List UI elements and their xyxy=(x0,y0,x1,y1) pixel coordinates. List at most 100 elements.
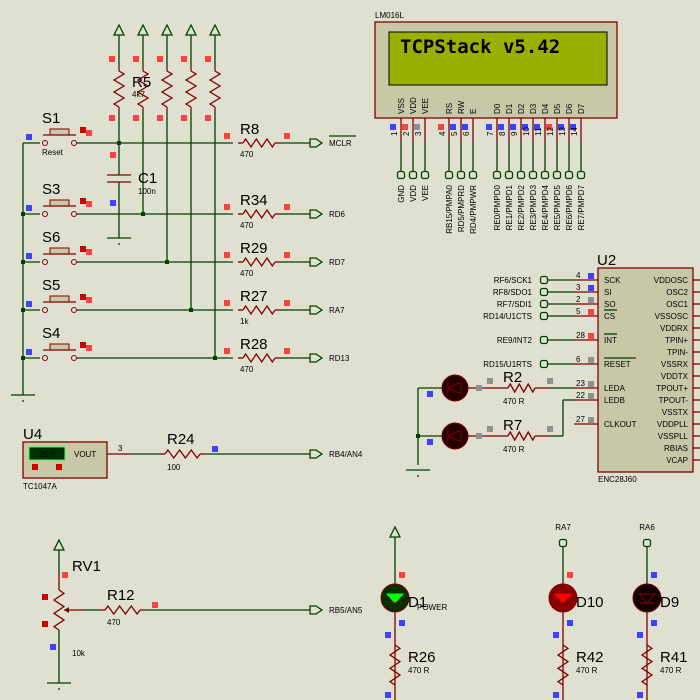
lcd-net-label: RB15/PMPA0 xyxy=(445,184,454,233)
pin-marker xyxy=(567,620,573,626)
switch-row-s6[interactable]: S6 R29 470 RD7 xyxy=(21,229,346,278)
lcd-pin-name: D7 xyxy=(577,103,586,114)
pin-marker xyxy=(224,204,230,210)
pushbutton-icon xyxy=(49,343,70,351)
pin-number: 6 xyxy=(576,355,581,364)
pin-marker xyxy=(26,301,32,307)
pin-marker xyxy=(86,249,92,255)
led-icon xyxy=(441,422,469,450)
pin-name: LEDA xyxy=(604,384,626,393)
pin-marker xyxy=(427,439,433,445)
pin-name: VSSRX xyxy=(661,360,689,369)
pin-marker xyxy=(284,252,290,258)
pin-marker xyxy=(462,124,468,130)
lcd-net-label: RE3/PMPD3 xyxy=(529,184,538,230)
pin-number: 3 xyxy=(118,444,123,453)
lcd-net-label: RE5/PMPD5 xyxy=(553,184,562,230)
link-leds: R2 470 R R7 470 R xyxy=(406,369,574,477)
switch-row-s3[interactable]: S3 R34 470 RD6 xyxy=(21,181,346,230)
lcd-pin-number: 12 xyxy=(546,127,555,136)
pin-marker xyxy=(588,381,594,387)
connector-icon xyxy=(444,170,454,180)
net-label: RA7 xyxy=(329,306,345,315)
chip-part-label: ENC28J60 xyxy=(598,475,637,484)
lcd-pin-number: 6 xyxy=(462,131,471,136)
pin-name: VSSPLL xyxy=(658,432,689,441)
terminal-icon xyxy=(309,449,324,459)
resistor-value: 470 xyxy=(240,269,254,278)
sensor-label: U4 xyxy=(23,426,42,443)
pin-marker xyxy=(86,297,92,303)
pin-marker xyxy=(637,632,643,638)
led-icon xyxy=(441,374,469,402)
lcd-pin-name: D0 xyxy=(493,103,502,114)
pin-marker xyxy=(56,464,62,470)
pin-marker xyxy=(110,152,116,158)
lcd-pin-name: D6 xyxy=(565,103,574,114)
net-label: RD7 xyxy=(329,258,346,267)
switch-caption: Reset xyxy=(42,148,64,157)
net-label: RB5/AN5 xyxy=(329,606,363,615)
net-label: RD6 xyxy=(329,210,346,219)
pin-marker xyxy=(26,205,32,211)
lcd-pin-name: D1 xyxy=(505,103,514,114)
switch-row-s1[interactable]: S1 Reset R8 470 MCLR xyxy=(23,110,356,159)
switch-row-s4[interactable]: S4 R28 470 RD13 xyxy=(21,325,350,374)
connector-icon xyxy=(552,170,562,180)
pin-number: 5 xyxy=(576,307,581,316)
sensor-reading: 25.0 xyxy=(39,450,55,459)
connector-icon xyxy=(516,170,526,180)
pin-name: VDDOSC xyxy=(654,276,688,285)
resistor-icon xyxy=(640,644,654,686)
capacitor-c1: C1100n xyxy=(107,143,157,245)
pin-marker xyxy=(450,124,456,130)
pin-name: VDDRX xyxy=(660,324,689,333)
pin-number: 22 xyxy=(576,391,585,400)
sensor-part-label: TC1047A xyxy=(23,482,57,491)
pin-marker xyxy=(651,620,657,626)
pin-marker xyxy=(385,632,391,638)
pin-marker xyxy=(80,127,86,133)
pin-number: 28 xyxy=(576,331,585,340)
pin-name: VSSTX xyxy=(662,408,689,417)
resistor-label: R8 xyxy=(240,121,259,138)
potentiometer-rv1[interactable]: RV1 10k R12 470 RB5/AN5 xyxy=(42,538,363,690)
net-label: RF8/SDO1 xyxy=(493,288,533,297)
pin-name: VDDPLL xyxy=(657,420,689,429)
lcd-pin-number: 3 xyxy=(414,131,423,136)
pin-name: OSC2 xyxy=(666,288,688,297)
switch-row-s5[interactable]: S5 R27 1k RA7 xyxy=(21,277,345,326)
lcd-net-label: RE7/PMPD7 xyxy=(577,184,586,230)
switch-label: S3 xyxy=(42,181,60,198)
net-label: RD15/U1RTS xyxy=(483,360,532,369)
pin-marker xyxy=(588,273,594,279)
pin-marker xyxy=(588,285,594,291)
terminal-icon xyxy=(309,605,324,615)
switch-label: S5 xyxy=(42,277,60,294)
connector-icon xyxy=(539,311,549,321)
pin-name: TPIN+ xyxy=(665,336,688,345)
switch-contact xyxy=(42,140,48,146)
pin-marker xyxy=(427,391,433,397)
resistor-value: 470 R xyxy=(576,666,598,675)
pin-marker xyxy=(588,333,594,339)
pin-marker xyxy=(133,115,139,121)
connector-icon xyxy=(539,287,549,297)
lcd-net-label: RE4/PMPD4 xyxy=(541,184,550,230)
lcd-pin-number: 13 xyxy=(558,127,567,136)
junction-dot xyxy=(21,356,25,360)
junction-dot xyxy=(21,212,25,216)
net-label: RF6/SCK1 xyxy=(494,276,533,285)
pin-marker xyxy=(487,426,493,432)
switch-contact xyxy=(42,355,48,361)
lcd-pin-number: 11 xyxy=(534,127,543,136)
resistor-icon xyxy=(164,448,201,460)
connector-icon xyxy=(540,170,550,180)
pin-marker xyxy=(284,348,290,354)
resistor-value: 470 xyxy=(240,150,254,159)
pin-marker xyxy=(224,300,230,306)
resistor-value: 470 R xyxy=(408,666,430,675)
pin-number: 3 xyxy=(576,283,581,292)
pin-marker xyxy=(588,417,594,423)
resistor-value: 1k xyxy=(240,317,249,326)
